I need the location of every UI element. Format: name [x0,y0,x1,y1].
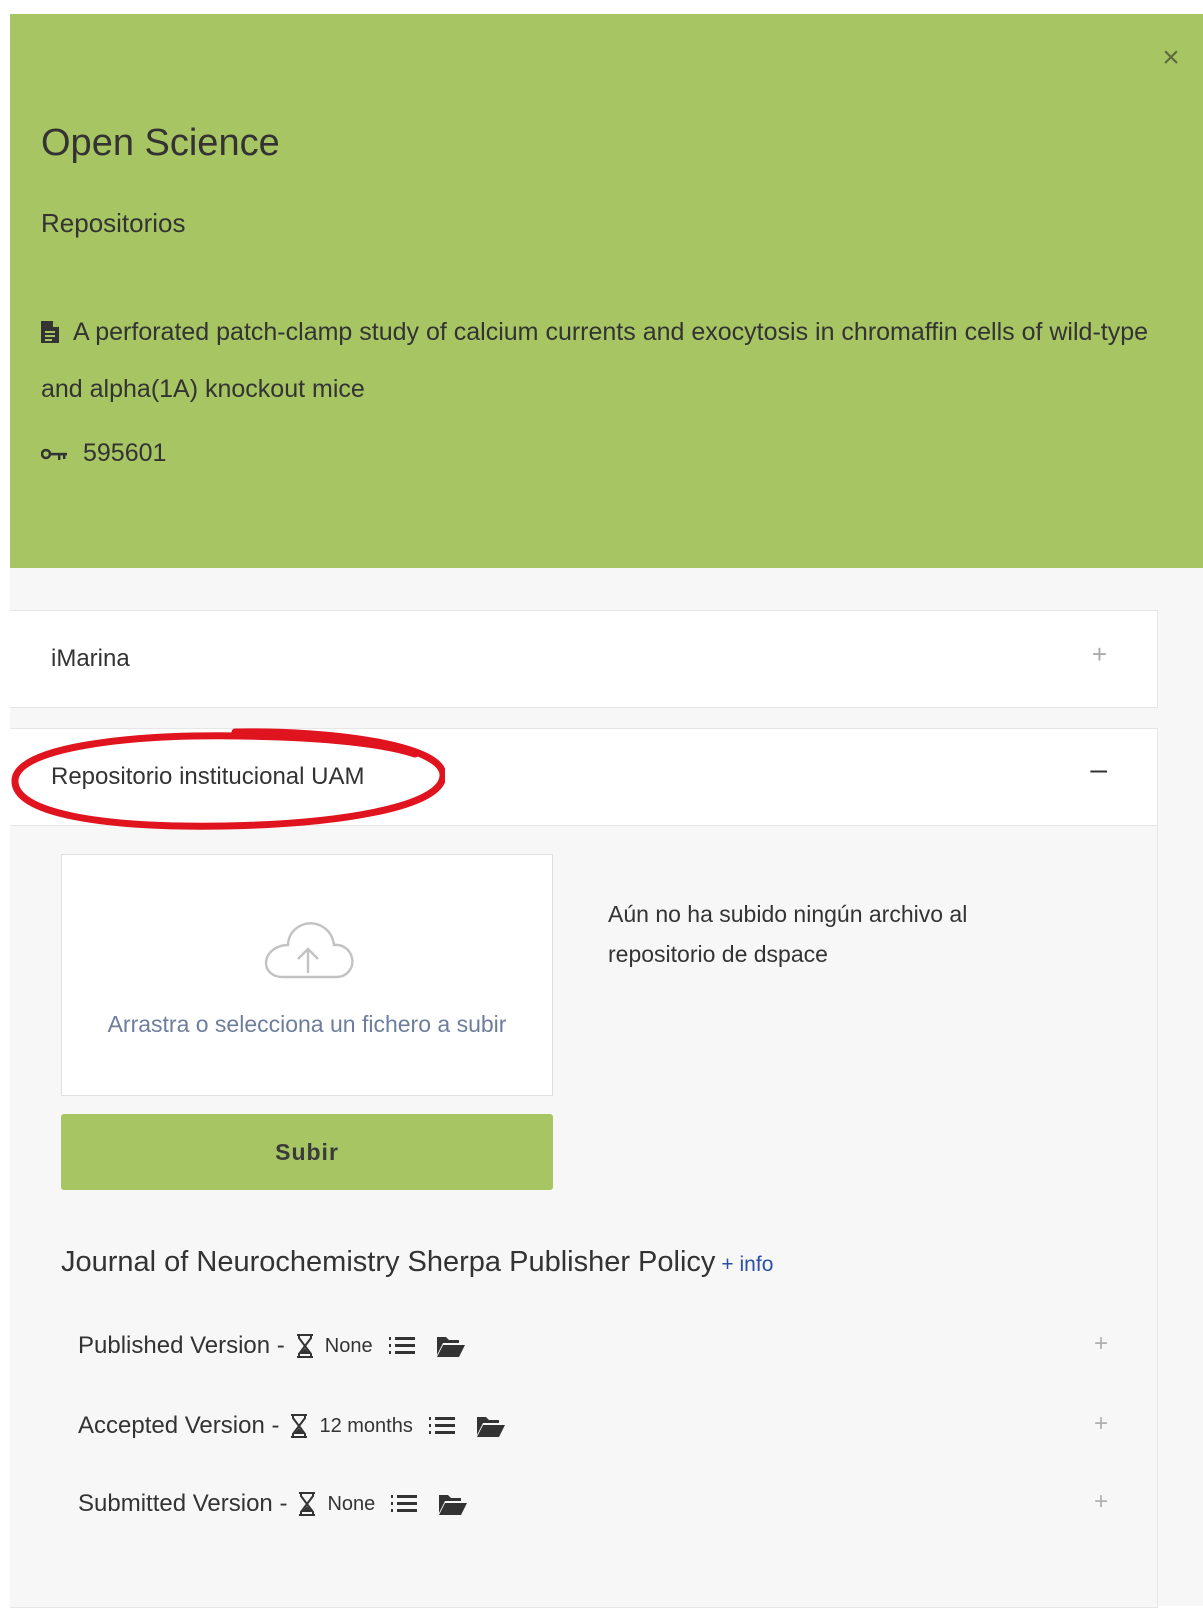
policy-title: Journal of Neurochemistry Sherpa Publish… [61,1246,716,1278]
list-icon [388,1337,415,1354]
dropzone-text: Arrastra o selecciona un fichero a subir [107,1011,507,1037]
folder-open-icon[interactable] [436,1335,465,1357]
upload-button[interactable]: Subir [61,1114,553,1190]
panel-repositorio-uam-label: Repositorio institucional UAM [51,763,365,790]
hourglass-icon [296,1334,313,1358]
upload-notice: Aún no ha subido ningún archivo al repos… [608,901,968,967]
hourglass-icon [299,1492,316,1516]
modal-header: × Open Science Repositorios A perforated… [10,14,1203,568]
modal-title: Open Science [41,122,280,164]
version-row-accepted[interactable]: Accepted Version - 12 months + [78,1406,1108,1446]
modal-subtitle: Repositorios [41,208,186,238]
open-science-modal: × Open Science Repositorios A perforated… [10,14,1203,1608]
expand-icon[interactable]: + [1094,1410,1108,1438]
expand-icon[interactable]: + [1094,1330,1108,1358]
publication-title-row: A perforated patch-clamp study of calciu… [41,304,1171,418]
version-label: Submitted Version - [78,1490,288,1517]
list-icon [428,1417,455,1434]
embargo-value: 12 months [319,1414,413,1437]
expand-icon[interactable]: + [1094,1488,1108,1516]
folder-open-icon[interactable] [476,1415,505,1437]
expand-icon[interactable]: + [1092,639,1107,670]
version-label: Accepted Version - [78,1412,280,1439]
publication-id: 595601 [83,439,167,467]
list-icon [391,1495,418,1512]
close-icon[interactable]: × [1157,43,1185,73]
cloud-upload-icon [264,922,354,979]
panel-repositorio-uam-header[interactable]: Repositorio institucional UAM – [10,729,1157,826]
publication-id-row: 595601 [41,439,166,468]
hourglass-icon [291,1414,308,1438]
collapse-icon[interactable]: – [1090,753,1107,787]
embargo-value: None [324,1334,373,1357]
embargo-value: None [327,1492,376,1515]
key-icon [41,448,67,460]
info-link[interactable]: + info [721,1253,773,1276]
panel-imarina-header[interactable]: iMarina + [10,611,1157,707]
version-label: Published Version - [78,1332,285,1359]
document-icon [41,321,59,343]
version-row-published[interactable]: Published Version - None + [78,1326,1108,1366]
folder-open-icon[interactable] [439,1493,468,1515]
panel-imarina: iMarina + [10,610,1158,708]
file-dropzone[interactable]: Arrastra o selecciona un fichero a subir [61,854,553,1096]
policy-title-row: Journal of Neurochemistry Sherpa Publish… [61,1246,773,1279]
version-row-submitted[interactable]: Submitted Version - None + [78,1484,1108,1524]
panel-imarina-label: iMarina [51,645,130,672]
publication-title: A perforated patch-clamp study of calciu… [41,318,1149,403]
